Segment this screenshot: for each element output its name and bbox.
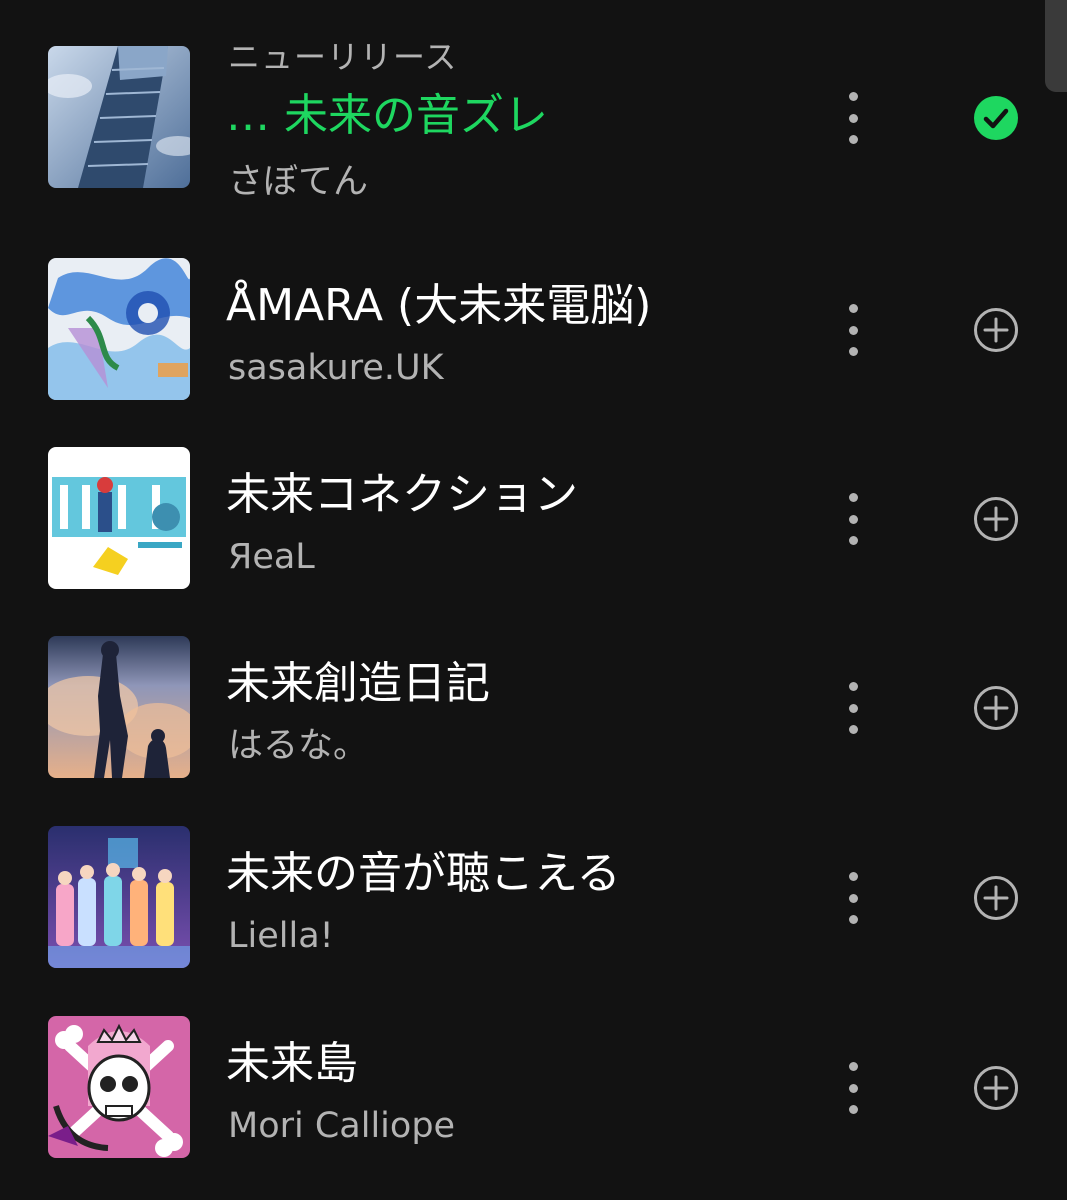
more-options-button[interactable] — [828, 678, 878, 738]
album-cover — [48, 447, 190, 589]
more-dot-icon — [848, 325, 858, 335]
more-dot-icon — [848, 1105, 858, 1114]
more-dot-icon — [848, 703, 858, 713]
added-to-library-button[interactable] — [972, 94, 1020, 142]
more-options-button[interactable] — [828, 489, 878, 549]
more-dot-icon — [848, 304, 858, 313]
album-cover — [48, 636, 190, 778]
add-to-library-button[interactable] — [972, 874, 1020, 922]
track-artist[interactable]: ЯeaL — [228, 540, 315, 575]
track-title: 未来コネクション — [226, 469, 578, 520]
more-dot-icon — [848, 915, 858, 924]
track-row[interactable]: 未来創造日記 はるな。 — [0, 622, 1067, 792]
track-artist[interactable]: Mori Calliope — [228, 1109, 455, 1144]
more-dot-icon — [848, 872, 858, 881]
add-to-library-button[interactable] — [972, 495, 1020, 543]
add-circle-icon — [974, 497, 1018, 541]
album-cover — [48, 1016, 190, 1158]
add-circle-icon — [974, 308, 1018, 352]
album-cover-image — [48, 1016, 190, 1158]
add-to-library-button[interactable] — [972, 1064, 1020, 1112]
more-dot-icon — [848, 135, 858, 144]
more-options-button[interactable] — [828, 1058, 878, 1118]
album-cover-image — [48, 258, 190, 400]
add-circle-icon — [974, 876, 1018, 920]
add-to-library-button[interactable] — [972, 684, 1020, 732]
more-dot-icon — [848, 493, 858, 502]
add-circle-icon — [974, 686, 1018, 730]
track-title: 未来創造日記 — [226, 658, 490, 709]
add-to-library-button[interactable] — [972, 306, 1020, 354]
album-cover-image — [48, 636, 190, 778]
track-row[interactable]: 未来島 Mori Calliope — [0, 1002, 1067, 1172]
more-dot-icon — [848, 725, 858, 734]
track-artist[interactable]: Liella! — [228, 919, 334, 954]
album-cover-image — [48, 46, 190, 188]
track-title: 未来の音が聴こえる — [226, 848, 621, 899]
section-label: ニューリリース — [228, 38, 458, 76]
album-cover-image — [48, 447, 190, 589]
track-title: ÅMARA (大未来電脳) — [226, 280, 652, 331]
more-dot-icon — [848, 113, 858, 123]
track-row[interactable]: 未来コネクション ЯeaL — [0, 433, 1067, 603]
album-cover — [48, 258, 190, 400]
add-circle-icon — [974, 1066, 1018, 1110]
more-dot-icon — [848, 682, 858, 691]
more-dot-icon — [848, 1083, 858, 1093]
track-row[interactable]: ニューリリース … 未来の音ズレ さぼてん — [0, 32, 1067, 202]
track-artist[interactable]: はるな。 — [228, 729, 368, 764]
more-dot-icon — [848, 536, 858, 545]
more-dot-icon — [848, 893, 858, 903]
track-title: 未来島 — [226, 1038, 358, 1089]
album-cover — [48, 826, 190, 968]
more-options-button[interactable] — [828, 300, 878, 360]
more-dot-icon — [848, 92, 858, 101]
track-title: … 未来の音ズレ — [226, 90, 548, 141]
more-dot-icon — [848, 347, 858, 356]
more-options-button[interactable] — [828, 88, 878, 148]
more-dot-icon — [848, 514, 858, 524]
album-cover-image — [48, 826, 190, 968]
track-artist[interactable]: sasakure.UK — [228, 351, 444, 386]
album-cover — [48, 46, 190, 188]
track-row[interactable]: 未来の音が聴こえる Liella! — [0, 812, 1067, 982]
track-artist[interactable]: さぼてん — [228, 165, 368, 200]
more-options-button[interactable] — [828, 868, 878, 928]
track-row[interactable]: ÅMARA (大未来電脳) sasakure.UK — [0, 244, 1067, 414]
check-circle-icon — [974, 96, 1018, 140]
more-dot-icon — [848, 1062, 858, 1071]
